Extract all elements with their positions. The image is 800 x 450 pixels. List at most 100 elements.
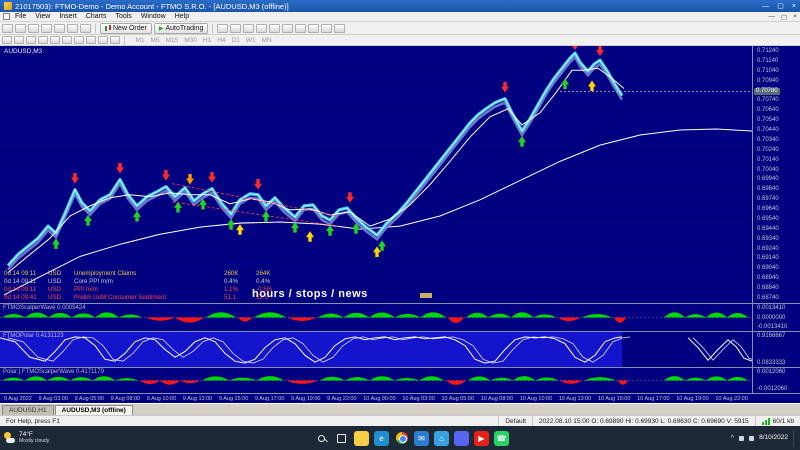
time-axis-label: 10 Aug 19:00	[676, 396, 708, 402]
search-icon[interactable]	[314, 431, 329, 446]
data-window-icon[interactable]	[41, 24, 52, 33]
navigator-icon[interactable]	[54, 24, 65, 33]
chart-candles-icon[interactable]	[230, 24, 241, 33]
news-row: 0d 14 09:11USDUnemployment Claims260K264…	[4, 270, 288, 277]
child-close-button[interactable]: ×	[793, 13, 797, 21]
status-profile[interactable]: Default	[498, 416, 532, 426]
toolbar-separator	[212, 24, 213, 33]
vertical-line-icon[interactable]	[26, 36, 36, 44]
time-axis-label: 10 Aug 22:00	[715, 396, 747, 402]
time-axis-label: 9 Aug 15:00	[219, 396, 248, 402]
templates-icon[interactable]	[334, 24, 345, 33]
time-axis-label: 10 Aug 00:00	[363, 396, 395, 402]
weather-widget[interactable]: 74°F Mostly cloudy	[4, 432, 74, 444]
show-desktop-button[interactable]	[793, 429, 796, 447]
price-scale-label: 0.71040	[757, 68, 800, 74]
menu-tools[interactable]: Tools	[115, 13, 131, 20]
terminal-icon[interactable]	[67, 24, 78, 33]
file-explorer-icon[interactable]	[354, 431, 369, 446]
indicator-2-scale: 0.9166667 0.0833333	[752, 332, 800, 367]
timeframe-d1[interactable]: D1	[229, 37, 242, 44]
menu-charts[interactable]: Charts	[86, 13, 107, 20]
titlebar: 21017503): FTMO-Demo - Demo Account - FT…	[0, 0, 800, 12]
minimize-button[interactable]: —	[762, 3, 769, 10]
chart-line-icon[interactable]	[243, 24, 254, 33]
timeframe-h4[interactable]: H4	[215, 37, 228, 44]
crosshair-icon[interactable]	[14, 36, 24, 44]
youtube-icon[interactable]: ▶	[474, 431, 489, 446]
status-help-text: For Help, press F1	[0, 416, 498, 426]
menu-view[interactable]: View	[35, 13, 50, 20]
menu-items: File View Insert Charts Tools Window Help	[15, 13, 189, 20]
auto-scroll-icon[interactable]	[282, 24, 293, 33]
timeframe-mn[interactable]: MN	[259, 37, 274, 44]
price-scale[interactable]: 0.70780 0.712400.711400.710400.709400.70…	[752, 46, 800, 303]
drawing-toolbar: M1M5M15M30H1H4D1W1MN	[0, 35, 800, 46]
indicators-icon[interactable]	[308, 24, 319, 33]
new-chart-icon[interactable]	[2, 24, 13, 33]
fibonacci-icon[interactable]	[74, 36, 84, 44]
menu-window[interactable]: Window	[141, 13, 166, 20]
new-order-button[interactable]: New Order	[100, 23, 152, 34]
strategy-tester-icon[interactable]	[80, 24, 91, 33]
task-view-icon[interactable]	[334, 431, 349, 446]
tab-audusd-h1[interactable]: AUDUSD,H1	[2, 405, 54, 415]
new-order-icon	[105, 25, 111, 32]
indicator-1-label: FTMOScalperWave 0.0005424	[3, 305, 85, 311]
store-icon[interactable]: ⌂	[434, 431, 449, 446]
menu-bar: FileViewInsertChartsToolsWindowHelp — ▢ …	[0, 12, 800, 22]
chart-shift-icon[interactable]	[295, 24, 306, 33]
tray-expand-icon[interactable]: ^	[731, 435, 734, 442]
price-scale-label: 0.70040	[757, 167, 800, 173]
timeframe-m5[interactable]: M5	[148, 37, 162, 44]
volume-icon[interactable]	[749, 436, 754, 441]
indicator-window-3[interactable]: Polar | FTMOScalperWave 0.4171179 0.0012…	[0, 367, 800, 393]
time-axis-label: 9 Aug 19:00	[291, 396, 320, 402]
network-icon[interactable]	[739, 436, 744, 441]
shapes-icon[interactable]	[86, 36, 96, 44]
time-axis[interactable]: 9 Aug 20229 Aug 03:009 Aug 05:009 Aug 08…	[0, 393, 800, 403]
menu-file[interactable]: File	[15, 13, 26, 20]
indicator-window-1[interactable]: FTMOScalperWave 0.0005424 0.0013410 0.00…	[0, 303, 800, 331]
timeframe-w1[interactable]: W1	[243, 37, 258, 44]
chrome-icon[interactable]	[394, 431, 409, 446]
mail-icon[interactable]: ✉	[414, 431, 429, 446]
autotrading-button[interactable]: ▶ AutoTrading	[154, 23, 209, 34]
timeframe-m15[interactable]: M15	[163, 37, 181, 44]
child-restore-button[interactable]: ▢	[781, 13, 787, 21]
price-scale-label: 0.70540	[757, 117, 800, 123]
channel-icon[interactable]	[62, 36, 72, 44]
discord-icon[interactable]	[454, 431, 469, 446]
whatsapp-icon[interactable]: ☎	[494, 431, 509, 446]
timeframe-h1[interactable]: H1	[200, 37, 213, 44]
periods-icon[interactable]	[321, 24, 332, 33]
close-button[interactable]: ×	[792, 3, 796, 10]
edge-icon[interactable]: e	[374, 431, 389, 446]
child-minimize-button[interactable]: —	[769, 13, 776, 21]
arrow-tool-icon[interactable]	[110, 36, 120, 44]
timeframe-m1[interactable]: M1	[133, 37, 147, 44]
connection-signal-icon	[762, 418, 770, 425]
menu-insert[interactable]: Insert	[59, 13, 77, 20]
zoom-out-icon[interactable]	[269, 24, 280, 33]
news-row: 0d 14 09:41USDPrelim UoM Consumer Sentim…	[4, 294, 288, 301]
zoom-in-icon[interactable]	[256, 24, 267, 33]
timeframe-m30[interactable]: M30	[182, 37, 200, 44]
market-watch-icon[interactable]	[28, 24, 39, 33]
chart-profiles-icon[interactable]	[15, 24, 26, 33]
menu-help[interactable]: Help	[175, 13, 189, 20]
status-bar-info: 2022.08.10 15:00 O: 0.69890 Hi: 0.69930 …	[532, 416, 755, 426]
indicator-window-2[interactable]: FTMOPolar 0.4131123 0.9166667 0.0833333	[0, 331, 800, 367]
chart-symbol-label: AUDUSD,M3	[4, 48, 42, 55]
text-label-icon[interactable]	[98, 36, 108, 44]
cursor-icon[interactable]	[2, 36, 12, 44]
chart-area[interactable]: AUDUSD,M3 0d 14 09:11USDUnemployment Cla…	[0, 46, 800, 303]
price-scale-label: 0.69540	[757, 216, 800, 222]
tray-date[interactable]: 8/10/2022	[759, 434, 788, 441]
horizontal-line-icon[interactable]	[38, 36, 48, 44]
chart-bars-icon[interactable]	[217, 24, 228, 33]
indicator-1-scale: 0.0013410 0.0000000 -0.0013410	[752, 304, 800, 331]
trendline-icon[interactable]	[50, 36, 60, 44]
maximize-button[interactable]: ▢	[777, 2, 784, 10]
tab-audusd-m3-offline[interactable]: AUDUSD,M3 (offline)	[55, 405, 133, 415]
